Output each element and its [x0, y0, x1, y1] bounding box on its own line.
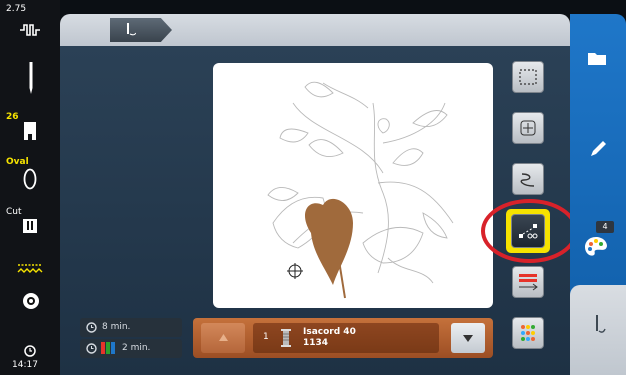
select-area-button[interactable]: [512, 61, 544, 93]
bobbin-icon[interactable]: [22, 292, 40, 314]
feed-dog-icon[interactable]: [16, 262, 44, 282]
clock-icon: [86, 322, 97, 333]
presser-foot-pressure-icon[interactable]: [18, 22, 42, 42]
previous-color-button[interactable]: [201, 323, 245, 353]
clock-icon: [24, 342, 36, 361]
color-count-badge: 4: [596, 221, 614, 233]
total-time: 8 min.: [102, 322, 131, 332]
brown-leaf-motif: [304, 198, 353, 285]
embroidery-design: [267, 81, 454, 299]
edit-pencil-icon[interactable]: [589, 140, 607, 162]
color-palette-icon[interactable]: [584, 236, 608, 262]
thread-index: 1: [263, 332, 269, 342]
presser-foot-icon[interactable]: [22, 122, 38, 144]
cut-label: Cut: [6, 207, 22, 217]
color-overview-button[interactable]: [512, 317, 544, 349]
color-sequence-button[interactable]: [512, 266, 544, 298]
thread-spool-icon: [281, 329, 291, 347]
needle-position-cursor: [287, 263, 303, 279]
clock-time: 14:17: [12, 360, 38, 370]
color-time: 2 min.: [122, 343, 151, 353]
needle-embroidery-icon: [596, 315, 606, 333]
thread-number: 1134: [303, 338, 329, 348]
color-bars-icon: [101, 342, 115, 354]
stitch-path-button[interactable]: [512, 163, 544, 195]
color-time-row: 2 min.: [80, 339, 182, 358]
oval-hoop-icon[interactable]: [23, 168, 37, 194]
hoop-preview[interactable]: [213, 63, 493, 308]
thread-brand: Isacord 40: [303, 327, 356, 337]
red-highlight-circle: [481, 199, 578, 263]
folder-icon[interactable]: [587, 50, 607, 70]
needle-icon[interactable]: [28, 62, 34, 98]
thread-color-panel: 1 Isacord 40 1134: [193, 318, 493, 358]
top-header-bar: [60, 14, 570, 46]
embroidery-mode-button[interactable]: [110, 18, 172, 42]
embroidery-tab[interactable]: [570, 285, 626, 375]
left-status-bar: 2.75 26 Oval Cut 14:17: [0, 0, 60, 375]
current-thread-display: 1 Isacord 40 1134: [253, 323, 439, 353]
thread-dropdown-button[interactable]: [451, 323, 485, 353]
foot-number: 26: [6, 112, 19, 122]
stitch-length-value: 2.75: [6, 4, 27, 14]
clock-icon: [86, 343, 97, 354]
hoop-label: Oval: [6, 157, 29, 167]
total-time-row: 8 min.: [80, 318, 182, 337]
time-panel: 8 min. 2 min.: [80, 318, 182, 358]
thread-cutter-icon[interactable]: [22, 218, 38, 238]
move-design-button[interactable]: [512, 112, 544, 144]
